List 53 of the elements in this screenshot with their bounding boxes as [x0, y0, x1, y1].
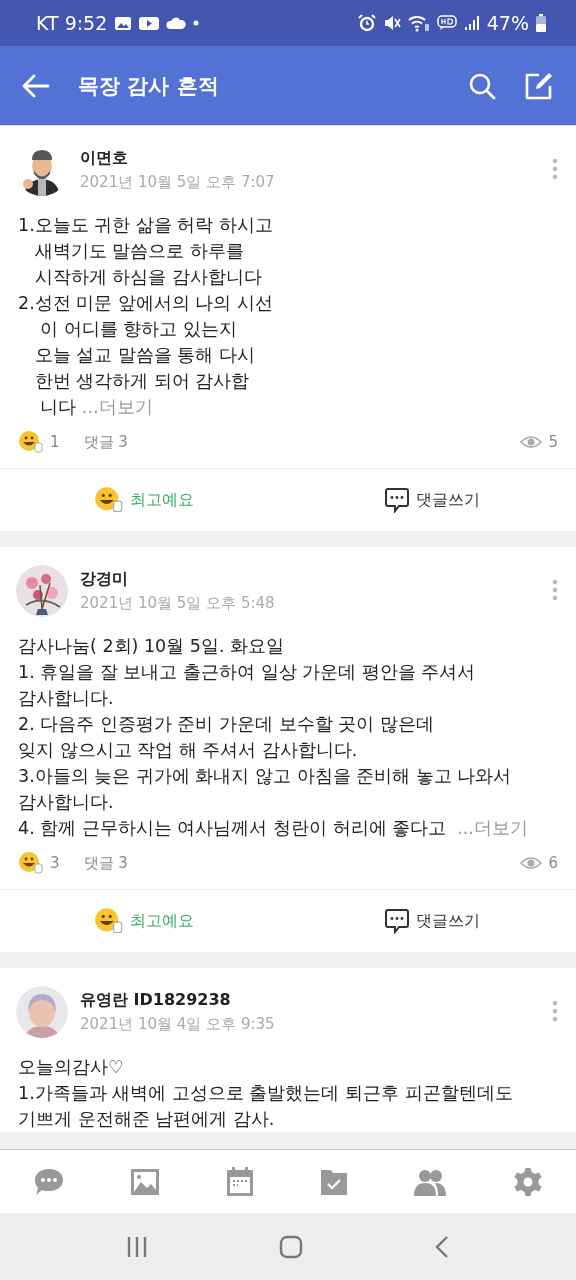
more-options-icon[interactable] — [552, 1000, 558, 1022]
see-more-link[interactable]: ...더보기 — [457, 818, 528, 838]
hd-icon — [436, 15, 457, 31]
post-text: 1.오늘도 귀한 삶을 허락 하시고 새벽기도 말씀으로 하루를 시작하게 하심을 감사합니다 2.성전 미문 앞에서의 나의 시선 이 어디를 향하고 있는지 오늘 설교 말씀을 통해 다시 한번 생각하게 되어 감사합 니다 ...더보기 — [17, 214, 274, 419]
author-name: 이면호 — [80, 148, 129, 169]
smiley-thumb-icon — [18, 430, 44, 454]
comment-count[interactable]: 댓글 3 — [83, 853, 128, 873]
eye-icon — [520, 856, 543, 870]
post-timestamp: 2021년 10월 4일 오후 9:35 — [80, 1015, 275, 1034]
calendar-icon[interactable] — [226, 1166, 255, 1197]
search-icon[interactable] — [468, 71, 496, 100]
people-icon[interactable] — [413, 1167, 448, 1196]
more-options-icon[interactable] — [552, 158, 558, 180]
status-time: KT 9:52 — [36, 12, 108, 34]
post-text: 감사나눔( 2회) 10월 5일. 화요일 1. 휴일을 잘 보내고 출근하여 일상 가운데 평안을 주셔서 감사합니다. 2. 다음주 인증평가 준비 가운데 보수할 곳이 많은데 잊지 않으시고 작업 해 주셔서 감사합니다. 3.아들의 늦은 귀가에 화내지 않고 아침을 준비해 놓고 나와서 감사합니다. 4. 함께 근무하시는 여사님께서 청란이 허리에 좋다고 ...더보기 — [17, 635, 529, 840]
battery-icon — [536, 14, 546, 32]
view-count: 6 — [548, 854, 558, 872]
cloud-icon — [166, 17, 187, 29]
comment-count[interactable]: 댓글 3 — [83, 432, 128, 452]
signal-icon — [463, 15, 480, 31]
gallery-icon — [114, 15, 133, 31]
image-icon[interactable] — [130, 1167, 161, 1196]
like-count: 3 — [50, 854, 60, 872]
speech-bubble-icon — [384, 487, 410, 513]
compose-icon[interactable] — [524, 70, 554, 101]
play-icon — [139, 15, 160, 31]
folder-check-icon[interactable] — [319, 1167, 348, 1196]
post-timestamp: 2021년 10월 5일 오후 7:07 — [80, 173, 275, 192]
home-icon[interactable] — [279, 1234, 303, 1259]
eye-icon — [520, 435, 543, 449]
speech-bubble-icon — [384, 908, 410, 934]
post-text: 오늘의감사♡ 1.가족들과 새벽에 고성으로 출발했는데 퇴근후 피곤할텐데도 기쁘게 운전해준 남편에게 감사. — [17, 1056, 514, 1131]
recent-apps-icon[interactable] — [125, 1235, 148, 1258]
back-icon[interactable] — [434, 1234, 451, 1259]
smiley-thumb-icon — [18, 851, 44, 875]
view-count: 5 — [548, 433, 558, 451]
back-arrow-icon[interactable] — [22, 73, 50, 98]
wifi-icon — [407, 14, 430, 32]
author-name: 강경미 — [80, 569, 129, 590]
chat-bubble-icon[interactable] — [32, 1166, 65, 1197]
post-timestamp: 2021년 10월 5일 오후 5:48 — [80, 594, 275, 613]
screen-title: 목장 감사 흔적 — [78, 72, 219, 100]
battery-percent: 47% — [486, 12, 529, 34]
mute-icon — [382, 14, 401, 32]
smiley-thumb-icon — [94, 907, 124, 935]
dot-icon — [193, 20, 200, 26]
alarm-icon — [357, 14, 376, 32]
settings-icon[interactable] — [513, 1166, 544, 1197]
author-name: 유영란 ID1829238 — [80, 990, 232, 1011]
like-count: 1 — [50, 433, 60, 451]
see-more-link[interactable]: ...더보기 — [81, 397, 153, 417]
more-options-icon[interactable] — [552, 579, 558, 601]
smiley-thumb-icon — [94, 486, 124, 514]
